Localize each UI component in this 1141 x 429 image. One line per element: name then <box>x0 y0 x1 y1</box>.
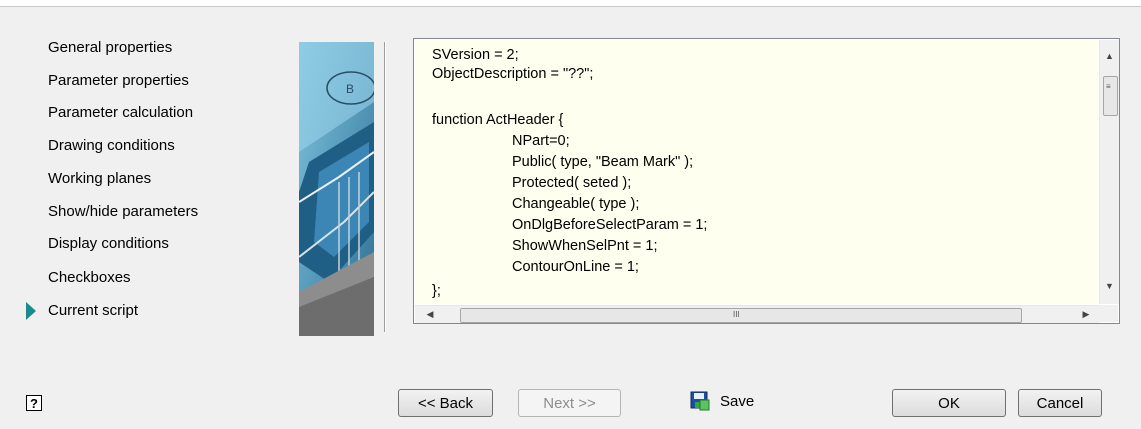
code-line: function ActHeader { <box>432 112 564 128</box>
code-line: Public( type, "Beam Mark" ); <box>512 154 694 170</box>
save-button[interactable]: Save <box>690 387 754 415</box>
artwork-badge-letter: B <box>346 82 354 96</box>
scroll-down-arrow-icon[interactable]: ▼ <box>1100 280 1119 292</box>
building-aerial-image: B <box>299 42 374 336</box>
current-step-arrow-icon <box>26 302 36 320</box>
nav-item-working-planes[interactable]: Working planes <box>48 168 151 190</box>
horizontal-scroll-thumb[interactable]: III <box>460 308 1022 323</box>
nav-item-drawing-conditions[interactable]: Drawing conditions <box>48 135 175 157</box>
scroll-up-arrow-icon[interactable]: ▲ <box>1100 50 1119 62</box>
next-button[interactable]: Next >> <box>518 389 621 417</box>
code-line: SVersion = 2; <box>432 47 519 63</box>
help-icon[interactable]: ? <box>26 395 42 411</box>
back-button[interactable]: << Back <box>398 389 493 417</box>
wizard-nav: General properties Parameter properties … <box>0 0 290 360</box>
code-line: Changeable( type ); <box>512 196 640 212</box>
nav-item-display-conditions[interactable]: Display conditions <box>48 233 169 255</box>
nav-item-parameter-properties[interactable]: Parameter properties <box>48 70 189 92</box>
scroll-right-arrow-icon[interactable]: ▶ <box>1079 308 1093 321</box>
wizard-side-artwork: B <box>299 42 374 336</box>
nav-item-checkboxes[interactable]: Checkboxes <box>48 267 131 289</box>
code-line: NPart=0; <box>512 133 570 149</box>
script-editor[interactable]: SVersion = 2; ObjectDescription = "??"; … <box>413 38 1120 324</box>
vertical-scroll-thumb[interactable]: ≡ <box>1103 76 1118 116</box>
scroll-left-arrow-icon[interactable]: ◀ <box>423 308 437 321</box>
vertical-scrollbar[interactable]: ▲ ≡ ▼ <box>1099 40 1119 304</box>
thumb-grip-icon: ≡ <box>1106 82 1111 91</box>
code-line: ShowWhenSelPnt = 1; <box>512 238 658 254</box>
ok-button[interactable]: OK <box>892 389 1006 417</box>
scrollbar-corner <box>1099 305 1118 322</box>
code-line: ContourOnLine = 1; <box>512 259 639 275</box>
nav-item-show-hide-parameters[interactable]: Show/hide parameters <box>48 201 198 223</box>
code-line: }; <box>432 283 441 299</box>
code-line: OnDlgBeforeSelectParam = 1; <box>512 217 708 233</box>
nav-item-general-properties[interactable]: General properties <box>48 37 172 59</box>
thumb-grip-icon: III <box>733 310 740 319</box>
vertical-separator <box>384 42 386 332</box>
nav-item-parameter-calculation[interactable]: Parameter calculation <box>48 102 193 124</box>
horizontal-scrollbar[interactable]: ◀ III ▶ <box>415 305 1099 323</box>
nav-item-current-script[interactable]: Current script <box>48 300 138 322</box>
save-disk-icon <box>690 391 710 411</box>
save-label: Save <box>720 392 755 410</box>
code-line: Protected( seted ); <box>512 175 632 191</box>
cancel-button[interactable]: Cancel <box>1018 389 1102 417</box>
code-line: ObjectDescription = "??"; <box>432 66 594 82</box>
script-text-area[interactable]: SVersion = 2; ObjectDescription = "??"; … <box>415 40 1098 304</box>
